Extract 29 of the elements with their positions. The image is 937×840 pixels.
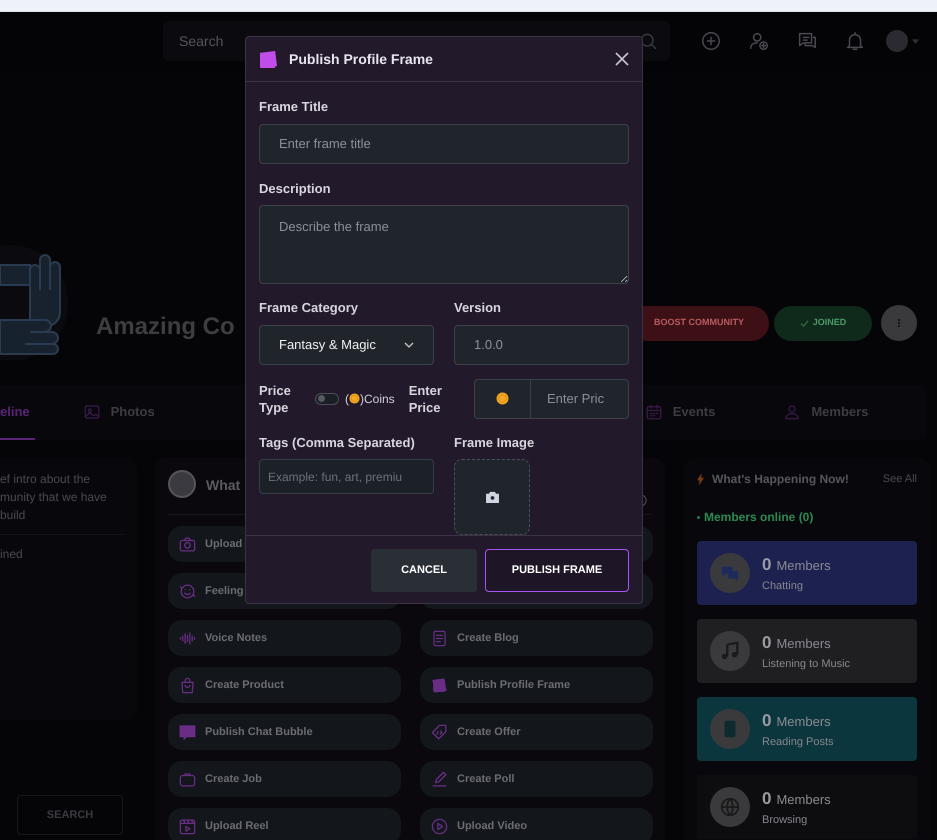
member-label: Members xyxy=(776,635,831,653)
paren-text: ( xyxy=(345,390,349,408)
activity-label: Browsing xyxy=(762,812,808,828)
community-intro: ef intro about the munity that we have build xyxy=(0,471,108,524)
community-title: Amazing Co xyxy=(96,312,235,342)
member-label: Members xyxy=(776,791,831,809)
field-label: Frame Title xyxy=(259,98,330,116)
activity-label: Reading Posts xyxy=(762,734,834,750)
post-prompt: What xyxy=(206,476,240,495)
field-label: Version xyxy=(454,299,502,317)
field-label: Frame Image xyxy=(454,434,536,452)
modal-title: Publish Profile Frame xyxy=(289,50,433,68)
coins-label: )Coins xyxy=(360,390,395,408)
member-label: Members xyxy=(776,557,831,575)
joined-status: ined xyxy=(0,546,24,563)
activity-label: Listening to Music xyxy=(762,656,850,672)
members-online: Members online (0) xyxy=(704,509,814,526)
member-count: 0 xyxy=(762,632,772,654)
field-label: Price Type xyxy=(259,382,292,416)
member-label: Members xyxy=(776,713,831,731)
field-label: Tags (Comma Separated) xyxy=(259,434,416,452)
field-label: Enter Price xyxy=(408,382,443,416)
member-count: 0 xyxy=(762,710,772,732)
member-count: 0 xyxy=(762,788,772,810)
field-label: Description xyxy=(259,180,332,198)
field-label: Frame Category xyxy=(259,299,359,317)
section-title: What's Happening Now! xyxy=(712,471,849,488)
member-count: 0 xyxy=(762,554,772,576)
activity-label: Chatting xyxy=(762,578,804,594)
